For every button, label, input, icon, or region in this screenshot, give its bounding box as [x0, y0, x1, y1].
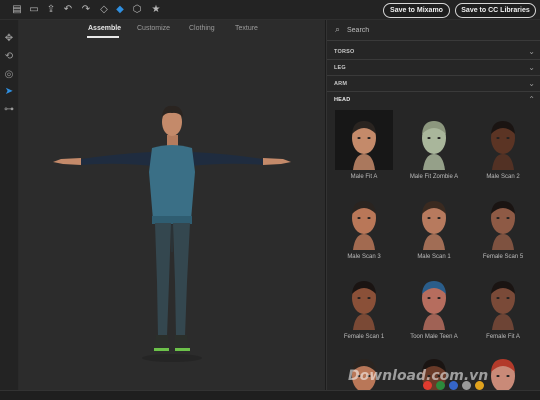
category-head[interactable]: HEAD ⌃	[327, 92, 540, 108]
head-item[interactable]: Male Scan 2	[472, 110, 534, 182]
head-thumbnail	[474, 270, 532, 330]
star-icon[interactable]: ★	[150, 4, 162, 16]
redo-icon[interactable]: ↷	[80, 4, 92, 16]
cube-outline-icon[interactable]: ◇	[98, 4, 110, 16]
head-item-label: Male Scan 2	[486, 174, 520, 180]
head-item[interactable]: Male Fit Zombie A	[403, 110, 465, 182]
export-icon[interactable]: ⇪	[45, 4, 57, 16]
head-thumbnail	[405, 270, 463, 330]
chevron-down-icon: ⌄	[528, 47, 535, 56]
search-icon: ⌕	[335, 25, 341, 35]
head-item-label: Female Scan 5	[482, 254, 524, 260]
top-toolbar: ▤ ▭ ⇪ ↶ ↷ ◇ ◆ ⬡ ★ Save to Mixamo Save to…	[0, 0, 540, 20]
watermark-dot	[475, 381, 484, 390]
status-bar	[0, 390, 540, 400]
category-arm[interactable]: ARM ⌄	[327, 76, 540, 92]
head-item-label: Male Scan 3	[347, 254, 381, 260]
save-to-mixamo-button[interactable]: Save to Mixamo	[383, 3, 450, 18]
category-torso[interactable]: TORSO ⌄	[327, 44, 540, 60]
watermark-dot	[462, 381, 471, 390]
select-arrow-icon[interactable]: ➤	[3, 86, 15, 98]
head-item[interactable]: Male Fit A	[333, 110, 395, 182]
head-thumbnail	[474, 110, 532, 170]
head-thumbnail	[335, 270, 393, 330]
head-item-label: Male Fit Zombie A	[409, 174, 459, 180]
head-item[interactable]: Female Scan 1	[333, 270, 395, 342]
head-thumbnail	[474, 190, 532, 250]
category-label: HEAD	[334, 97, 351, 103]
open-icon[interactable]: ▭	[28, 4, 40, 16]
move-icon[interactable]: ✥	[3, 33, 15, 45]
head-item[interactable]: Female Fit A	[472, 270, 534, 342]
head-item[interactable]: Toon Male Teen A	[403, 270, 465, 342]
head-item-label: Toon Male Teen A	[410, 334, 458, 340]
chevron-down-icon: ⌄	[528, 79, 535, 88]
search-bar: ⌕	[327, 20, 540, 41]
chevron-down-icon: ⌄	[528, 63, 535, 72]
watermark-dot	[423, 381, 432, 390]
rotate-icon[interactable]: ⟲	[3, 51, 15, 63]
head-thumbnail	[335, 190, 393, 250]
chevron-up-icon: ⌃	[528, 95, 535, 104]
head-thumbnail	[335, 110, 393, 170]
left-tool-rail: ✥ ⟲ ◎ ➤ ⊶	[0, 20, 19, 390]
3d-viewport[interactable]: Assemble Customize Clothing Texture	[19, 20, 325, 390]
head-grid: Male Fit A Male Fit Zombie A Male Scan 2 Ma…	[327, 108, 540, 400]
search-input[interactable]	[347, 24, 527, 37]
watermark-dot	[449, 381, 458, 390]
head-item[interactable]: Male Scan 1	[403, 190, 465, 262]
category-label: TORSO	[334, 49, 355, 55]
cube-wire-icon[interactable]: ⬡	[131, 4, 143, 16]
new-icon[interactable]: ▤	[11, 4, 23, 16]
category-label: LEG	[334, 65, 346, 71]
save-to-cc-libraries-button[interactable]: Save to CC Libraries	[455, 3, 536, 18]
undo-icon[interactable]: ↶	[62, 4, 74, 16]
orbit-icon[interactable]: ◎	[3, 69, 15, 81]
head-item-label: Female Fit A	[486, 334, 520, 340]
hierarchy-icon[interactable]: ⊶	[3, 104, 15, 116]
category-leg[interactable]: LEG ⌄	[327, 60, 540, 76]
body-parts-panel: ⌕ TORSO ⌄ LEG ⌄ ARM ⌄ HEAD ⌃ Male Fit AM…	[326, 20, 540, 400]
character-model[interactable]	[19, 20, 325, 390]
head-thumbnail	[405, 190, 463, 250]
watermark-dot	[436, 381, 445, 390]
head-thumbnail	[405, 110, 463, 170]
category-label: ARM	[334, 81, 348, 87]
head-item[interactable]: Male Scan 3	[333, 190, 395, 262]
head-item-label: Female Scan 1	[343, 334, 385, 340]
head-item[interactable]: Female Scan 5	[472, 190, 534, 262]
cube-solid-icon[interactable]: ◆	[114, 4, 126, 16]
head-item-label: Male Fit A	[350, 174, 378, 180]
head-item-label: Male Scan 1	[417, 254, 451, 260]
